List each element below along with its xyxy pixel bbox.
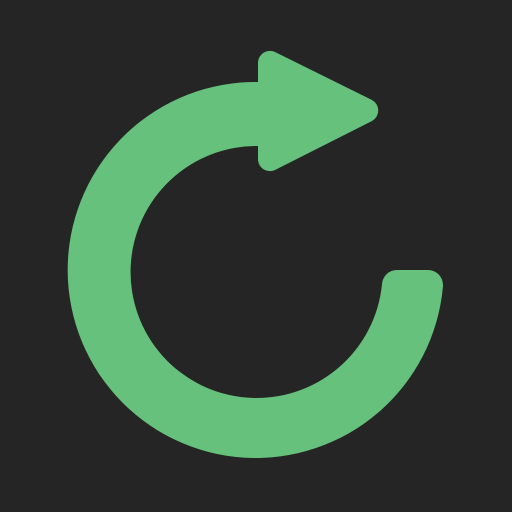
refresh-arc bbox=[67, 81, 444, 458]
refresh-icon[interactable] bbox=[0, 0, 512, 512]
icon-canvas bbox=[0, 0, 512, 512]
refresh-arrowhead bbox=[258, 50, 379, 172]
